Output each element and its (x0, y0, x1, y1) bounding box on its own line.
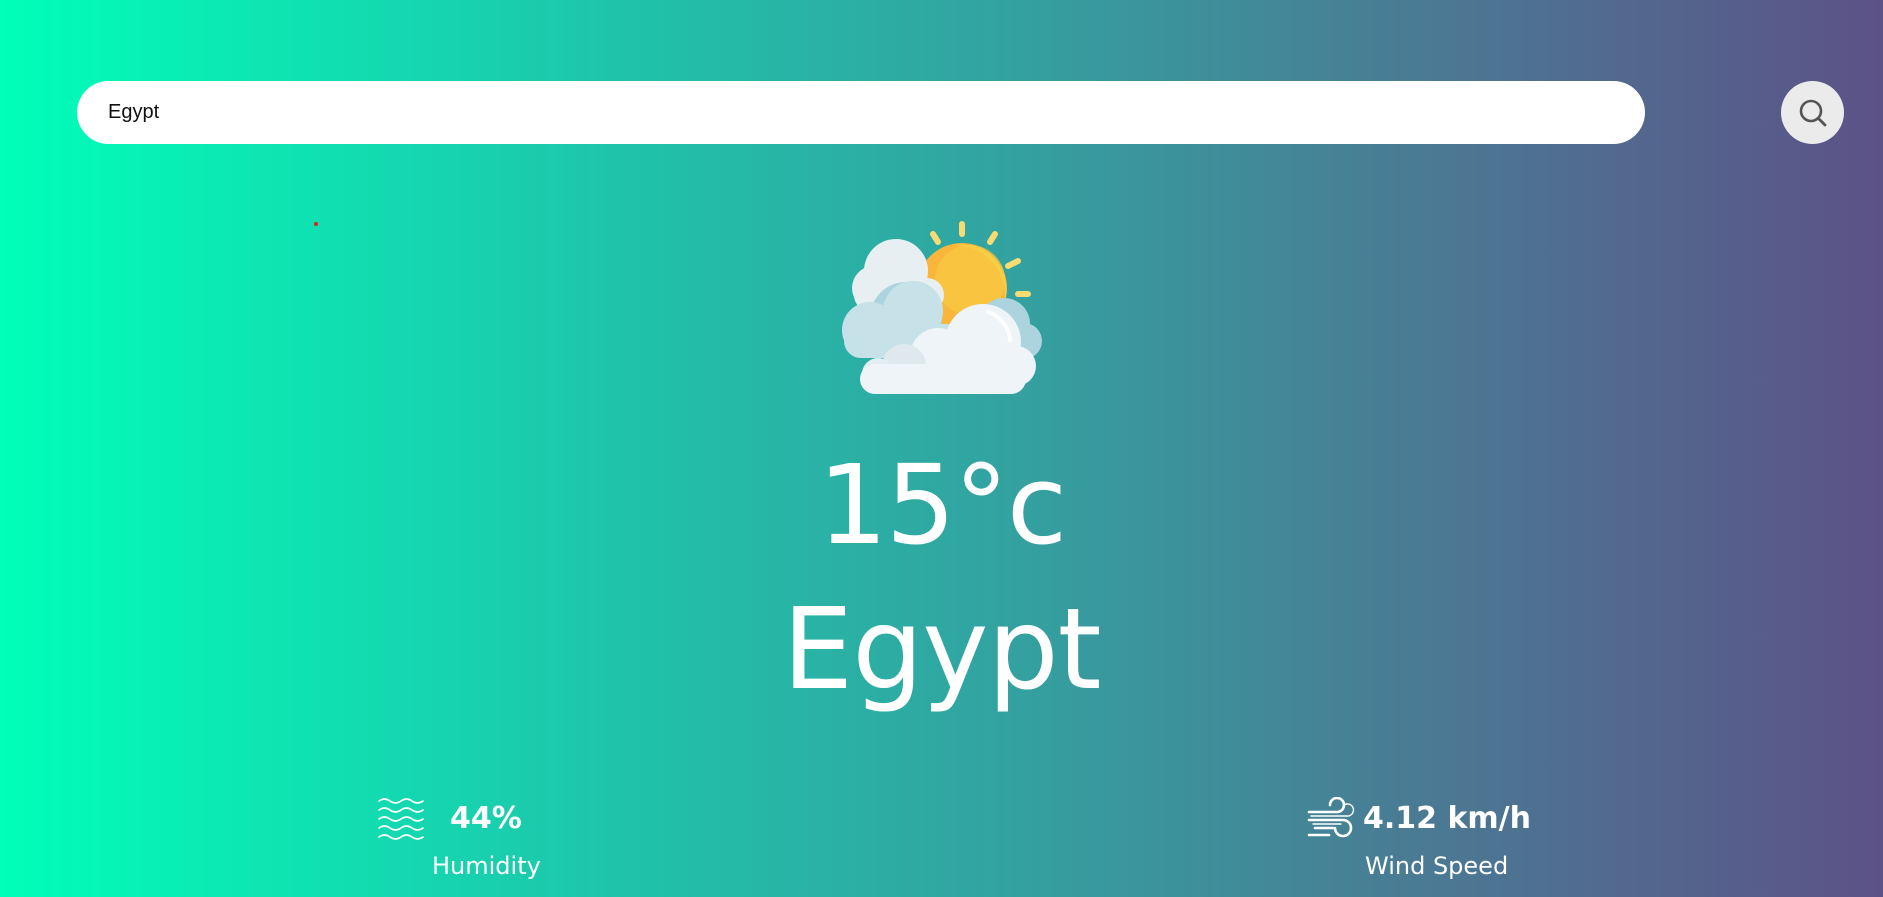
red-dot (314, 222, 318, 226)
search-bar[interactable] (77, 81, 1645, 144)
wind-label: Wind Speed (1365, 852, 1509, 880)
wind-icon (1307, 797, 1355, 838)
humidity-waves-icon (378, 798, 424, 840)
city-name: Egypt (782, 585, 1101, 715)
humidity-value: 44% (450, 801, 522, 836)
search-icon (1799, 99, 1826, 126)
search-input[interactable] (77, 81, 1645, 144)
temperature: 15°c (817, 441, 1067, 569)
partly-cloudy-icon (842, 221, 1042, 394)
humidity-label: Humidity (432, 852, 541, 880)
search-button[interactable] (1781, 81, 1844, 144)
wind-value: 4.12 km/h (1363, 801, 1531, 836)
